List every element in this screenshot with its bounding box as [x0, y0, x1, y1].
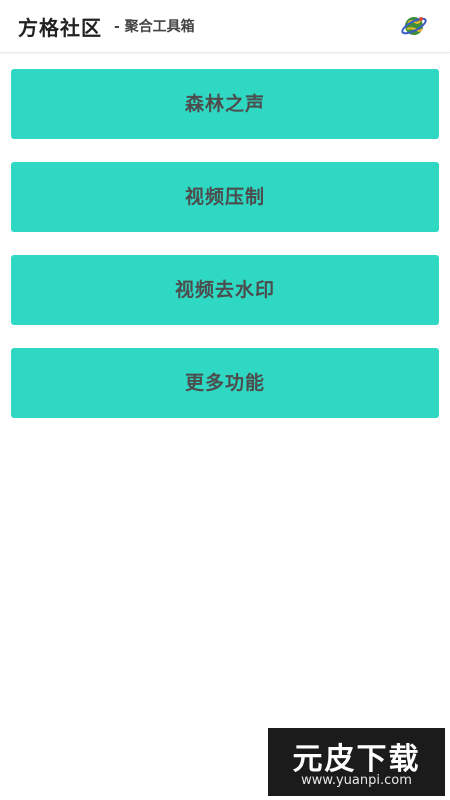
- more-features-button[interactable]: 更多功能: [11, 348, 439, 418]
- video-compress-button[interactable]: 视频压制: [11, 162, 439, 232]
- app-screen: 方格社区 - 聚合工具箱 森林之声 视频压制 视频去水印 更多功能 元皮下载 w…: [0, 0, 450, 800]
- app-subtitle: - 聚合工具箱: [114, 19, 195, 35]
- tool-menu: 森林之声 视频压制 视频去水印 更多功能: [11, 69, 439, 441]
- forest-voice-button[interactable]: 森林之声: [11, 69, 439, 139]
- watermark-url: www.yuanpi.com: [301, 773, 412, 788]
- planet-icon[interactable]: [400, 12, 428, 40]
- site-watermark: 元皮下载 www.yuanpi.com: [268, 728, 445, 796]
- app-title: 方格社区: [18, 16, 102, 40]
- video-remove-watermark-button[interactable]: 视频去水印: [11, 255, 439, 325]
- top-bar: 方格社区 - 聚合工具箱: [0, 0, 450, 53]
- watermark-brand: 元皮下载: [292, 742, 421, 777]
